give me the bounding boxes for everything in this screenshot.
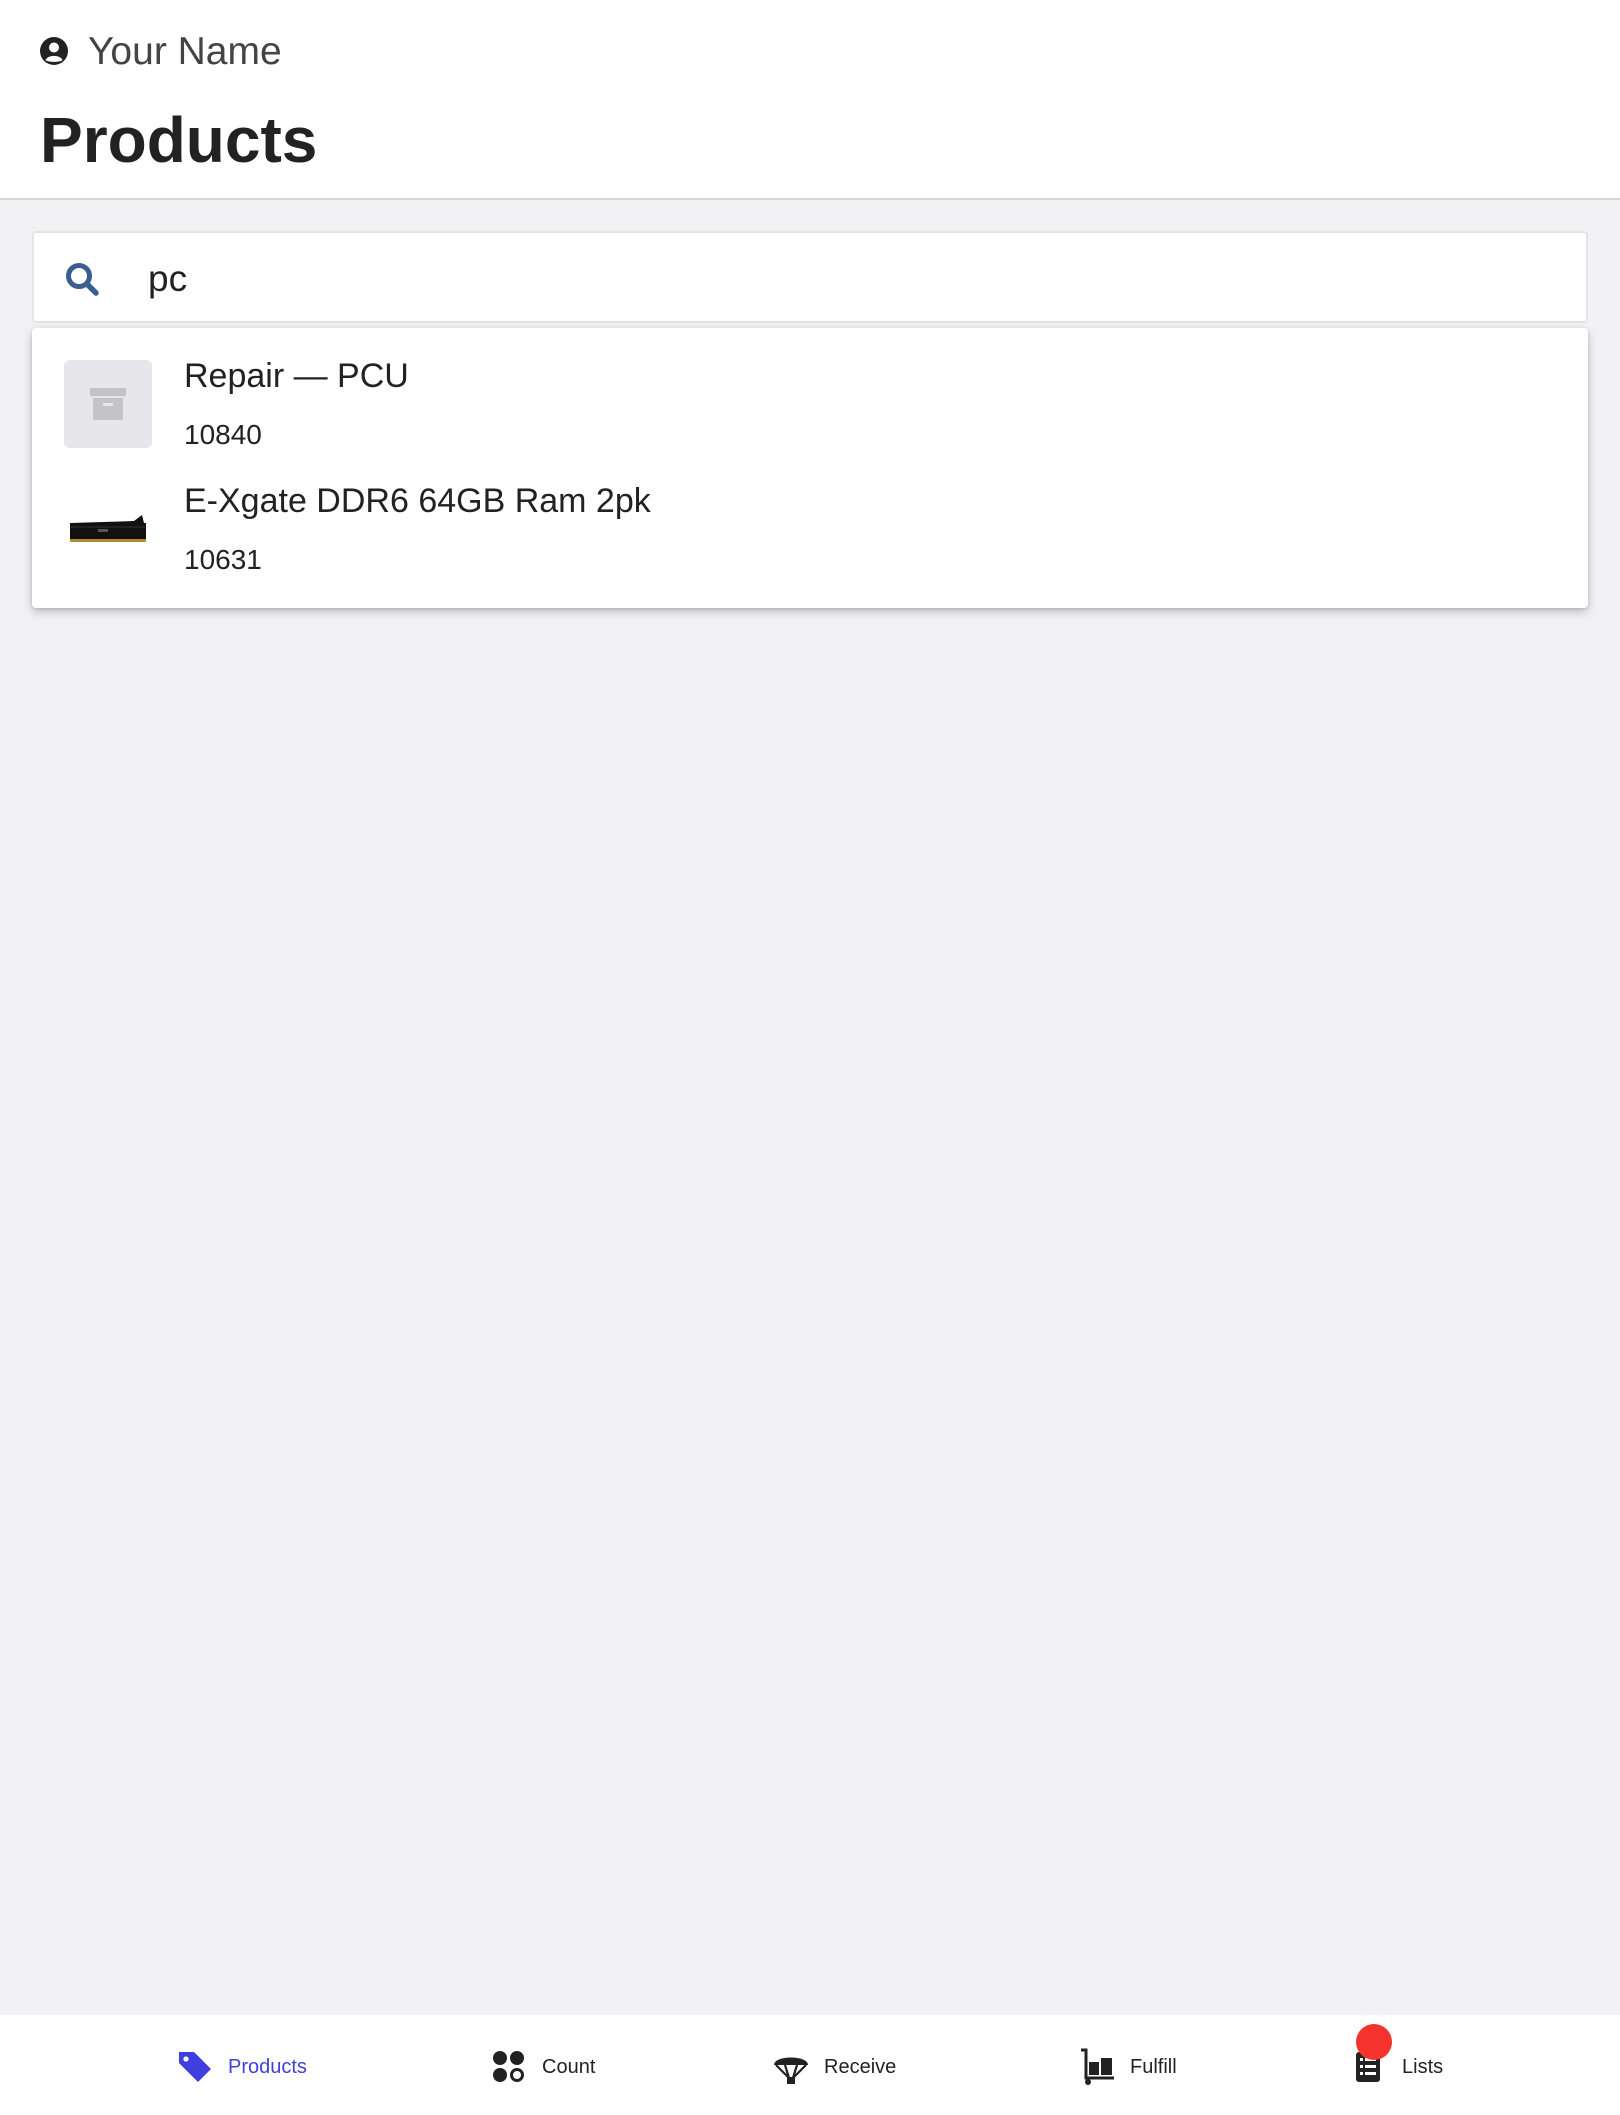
result-sku: 10631	[184, 544, 262, 575]
page-header: Your Name Products	[0, 0, 1620, 200]
tab-label: Fulfill	[1130, 2056, 1177, 2078]
search-results-dropdown: Repair — PCU 10840 E-Xgate DDR6 64GB Ram…	[32, 328, 1588, 608]
search-input[interactable]: pc	[32, 231, 1588, 323]
tab-count[interactable]: Count	[490, 2045, 595, 2089]
tab-label: Count	[542, 2056, 596, 2078]
tab-fulfill[interactable]: Fulfill	[1078, 2045, 1177, 2089]
result-name: E-Xgate DDR6 64GB Ram 2pk	[184, 482, 651, 520]
result-thumbnail	[64, 485, 152, 573]
parachute-icon	[774, 2057, 808, 2084]
search-result-item[interactable]: Repair — PCU 10840	[32, 328, 1588, 453]
result-thumbnail	[64, 360, 152, 448]
result-name: Repair — PCU	[184, 357, 409, 395]
tab-label: Products	[228, 2056, 307, 2078]
user-circle-icon	[40, 37, 68, 65]
archive-box-icon	[90, 388, 126, 420]
dolly-icon	[1081, 2048, 1114, 2085]
tab-label: Receive	[824, 2056, 897, 2078]
search-icon	[66, 263, 99, 296]
user-name: Your Name	[88, 29, 282, 73]
search-query[interactable]: pc	[148, 257, 187, 301]
tab-products[interactable]: Products	[176, 2045, 307, 2089]
tag-icon	[179, 2052, 211, 2082]
result-sku: 10840	[184, 419, 262, 450]
tab-receive[interactable]: Receive	[772, 2045, 896, 2089]
count-dots-icon	[493, 2051, 524, 2082]
user-profile[interactable]: Your Name	[38, 26, 282, 76]
lists-notification-badge	[1356, 2024, 1392, 2060]
search-result-item[interactable]: E-Xgate DDR6 64GB Ram 2pk 10631	[32, 453, 1588, 578]
page-title: Products	[40, 104, 318, 176]
ram-stick-image	[70, 515, 146, 542]
tab-label: Lists	[1402, 2056, 1444, 2078]
